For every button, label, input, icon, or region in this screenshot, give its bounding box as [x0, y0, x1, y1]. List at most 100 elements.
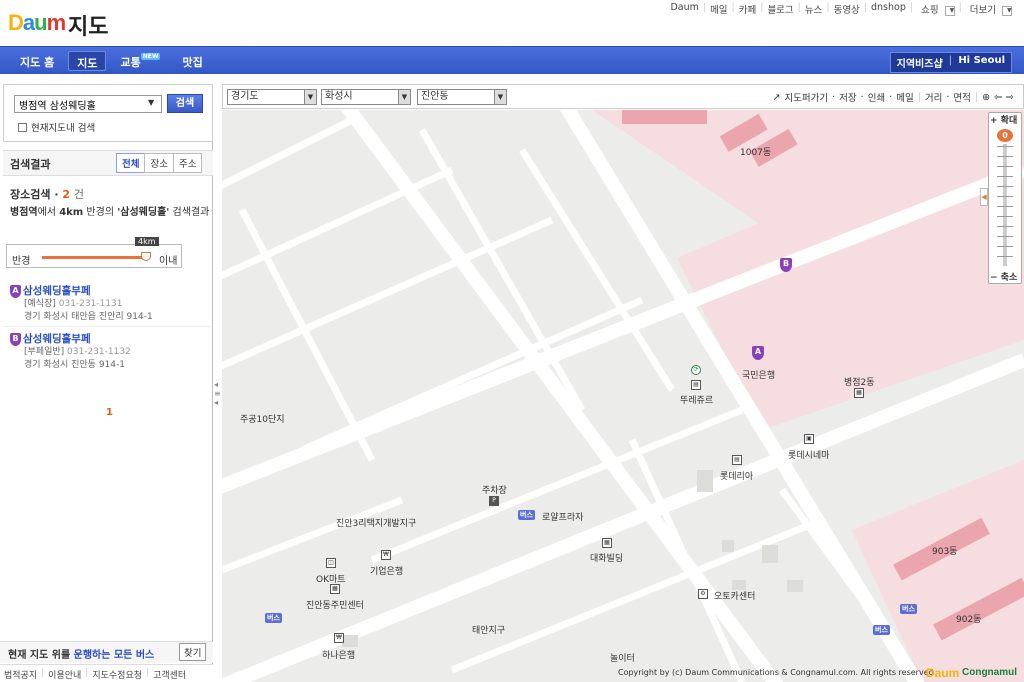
- map-canvas[interactable]: 1007동 B A 국민은행 ▦ 병점2동 ⟳ ▤ 뚜레쥬르 주공10단지 ▣ …: [222, 110, 1024, 682]
- tool-area[interactable]: 면적: [953, 90, 970, 104]
- map-label[interactable]: 롯데리아: [720, 469, 753, 482]
- zoom-tick[interactable]: [997, 146, 1013, 147]
- parking-icon[interactable]: P: [489, 496, 499, 506]
- tab-places[interactable]: 장소: [144, 153, 174, 173]
- map-label[interactable]: 하나은행: [322, 648, 355, 661]
- bus-stop-icon[interactable]: 버스: [265, 613, 282, 623]
- zoom-tick[interactable]: [997, 206, 1013, 207]
- zoom-tick[interactable]: [997, 186, 1013, 187]
- map-label[interactable]: 기업은행: [370, 564, 403, 577]
- map-label[interactable]: 병점2동: [844, 375, 875, 388]
- map-label[interactable]: 1007동: [740, 145, 771, 158]
- zoom-tick[interactable]: [997, 256, 1013, 257]
- link-blog[interactable]: 블로그: [763, 2, 797, 16]
- link-local-biz[interactable]: 지역비즈샵: [897, 55, 943, 70]
- tool-distance[interactable]: 거리: [925, 90, 942, 104]
- map-label[interactable]: 진안동주민센터: [306, 598, 364, 611]
- building-icon[interactable]: ▦: [854, 388, 864, 398]
- district-select[interactable]: 진안동 ▼: [417, 89, 507, 105]
- link-video[interactable]: 동영상: [830, 2, 864, 16]
- zoom-slider-handle[interactable]: 0: [997, 129, 1013, 142]
- map-label[interactable]: 국민은행: [742, 368, 775, 381]
- tool-share-map[interactable]: 지도퍼가기: [784, 90, 828, 104]
- tab-map[interactable]: 지도: [68, 51, 107, 71]
- collapse-panel-handle[interactable]: ◂ ≡ ◂: [214, 380, 221, 420]
- link-mail[interactable]: 메일: [706, 2, 731, 16]
- link-dnshop[interactable]: dnshop: [867, 2, 910, 16]
- bus-stop-icon[interactable]: 버스: [518, 510, 535, 520]
- car-service-icon[interactable]: ⚙: [698, 589, 708, 599]
- zoom-tick[interactable]: [997, 246, 1013, 247]
- map-label[interactable]: 주공10단지: [240, 412, 285, 425]
- back-arrow-icon[interactable]: ⇦: [994, 92, 1002, 103]
- map-label[interactable]: 태안지구: [472, 623, 505, 636]
- tab-all[interactable]: 전체: [116, 153, 146, 173]
- tab-map-home[interactable]: 지도 홈: [12, 51, 62, 71]
- magnifier-icon[interactable]: ⊕: [982, 92, 990, 103]
- map-label[interactable]: 주차장: [482, 483, 507, 496]
- zoom-tick[interactable]: [997, 196, 1013, 197]
- service-title[interactable]: 지도: [68, 9, 108, 41]
- cinema-icon[interactable]: ▣: [804, 434, 814, 444]
- bus-stop-icon[interactable]: 버스: [873, 625, 890, 635]
- city-select[interactable]: 화성시 ▼: [321, 89, 411, 105]
- search-button[interactable]: 검색: [167, 94, 203, 113]
- tool-mail[interactable]: 메일: [896, 90, 913, 104]
- link-more[interactable]: 더보기 ▼: [962, 2, 1016, 16]
- community-center-icon[interactable]: ▦: [330, 584, 340, 594]
- recycle-icon[interactable]: ⟳: [691, 365, 701, 375]
- bank-icon[interactable]: ₩: [334, 633, 344, 643]
- building-icon[interactable]: ▦: [602, 538, 612, 548]
- find-bus-button[interactable]: 찾기: [179, 643, 207, 661]
- page-number[interactable]: 1: [106, 407, 113, 418]
- zoom-out-button[interactable]: − 축소: [990, 270, 1017, 283]
- chevron-down-icon[interactable]: ▼: [494, 90, 506, 104]
- zoom-tick[interactable]: [997, 226, 1013, 227]
- zoom-slider[interactable]: [997, 144, 1013, 266]
- pin-a-icon[interactable]: A: [752, 346, 764, 360]
- map-label[interactable]: 903동: [932, 544, 957, 557]
- fastfood-icon[interactable]: ▤: [732, 455, 742, 465]
- link-hi-seoul[interactable]: Hi Seoul: [958, 55, 1005, 70]
- zoom-tick[interactable]: [997, 156, 1013, 157]
- tab-traffic[interactable]: 교통 NEW: [112, 51, 168, 71]
- link-shopping[interactable]: 쇼핑 ▼: [913, 2, 958, 16]
- radius-slider[interactable]: [42, 256, 148, 259]
- map-label[interactable]: 놀이터: [610, 651, 635, 664]
- link-support[interactable]: 고객센터: [153, 668, 186, 681]
- tool-save[interactable]: 저장: [839, 90, 856, 104]
- tab-restaurants[interactable]: 맛집: [174, 51, 210, 71]
- link-cafe[interactable]: 카페: [735, 2, 760, 16]
- map-label[interactable]: 롯데시네마: [788, 448, 829, 461]
- chevron-down-icon[interactable]: ▼: [1002, 5, 1012, 16]
- link-guide[interactable]: 이용안내: [48, 668, 81, 681]
- forward-arrow-icon[interactable]: ⇨: [1006, 92, 1014, 103]
- chevron-down-icon[interactable]: ▼: [398, 90, 410, 104]
- zoom-in-button[interactable]: + 확대: [990, 113, 1017, 126]
- radius-slider-handle[interactable]: [141, 252, 151, 261]
- zoom-tick[interactable]: [997, 236, 1013, 237]
- link-news[interactable]: 뉴스: [801, 2, 826, 16]
- link-legal[interactable]: 법적공지: [4, 668, 37, 681]
- map-label[interactable]: 로얄프라자: [542, 510, 583, 523]
- bakery-icon[interactable]: ▤: [691, 380, 701, 390]
- result-item[interactable]: A 삼성웨딩홀부페 [예식장] 031-231-1131 경기 화성시 태안읍 진…: [10, 283, 210, 324]
- province-select[interactable]: 경기도 ▼: [227, 89, 317, 105]
- search-in-map-checkbox[interactable]: [18, 122, 27, 132]
- chevron-down-icon[interactable]: ▼: [304, 90, 316, 104]
- map-label[interactable]: 뚜레쥬르: [680, 393, 713, 406]
- map-label[interactable]: 902동: [956, 612, 981, 625]
- chevron-down-icon[interactable]: ▼: [944, 5, 955, 16]
- link-daum[interactable]: Daum: [666, 2, 702, 16]
- result-item[interactable]: B 삼성웨딩홀부페 [부페일반] 031-231-1132 경기 화성시 진안동 …: [10, 331, 210, 372]
- tab-address[interactable]: 주소: [172, 153, 203, 173]
- tool-print[interactable]: 인쇄: [868, 90, 885, 104]
- result-title[interactable]: 삼성웨딩홀부페: [23, 285, 91, 297]
- map-label[interactable]: 대화빌딩: [590, 551, 623, 564]
- chevron-down-icon[interactable]: ▼: [148, 98, 154, 107]
- bank-icon[interactable]: ₩: [381, 550, 391, 560]
- mart-icon[interactable]: ◫: [326, 558, 336, 568]
- search-input[interactable]: [14, 95, 162, 113]
- link-edit-request[interactable]: 지도수정요청: [92, 668, 142, 681]
- bus-stop-icon[interactable]: 버스: [900, 604, 917, 614]
